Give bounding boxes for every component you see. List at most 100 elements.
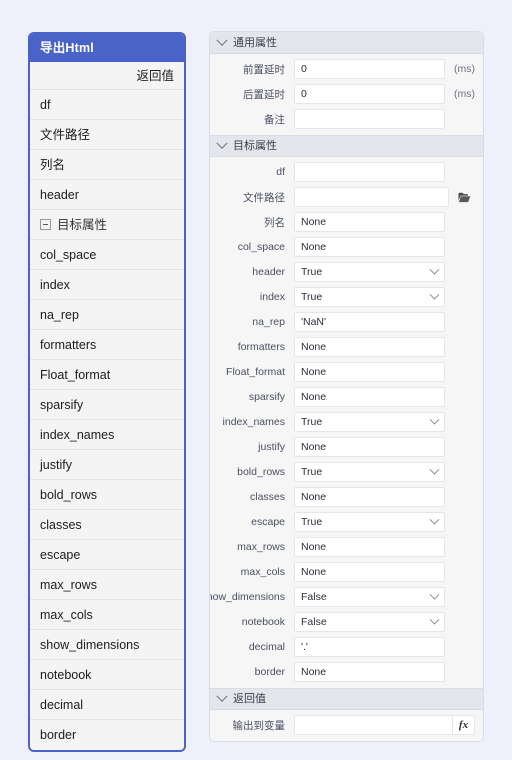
property-input[interactable]: None — [294, 387, 445, 407]
parameter-list-item[interactable]: border — [30, 720, 184, 750]
section-header[interactable]: 通用属性 — [210, 32, 483, 54]
property-value: 0 — [301, 88, 307, 100]
parameter-list-item[interactable]: escape — [30, 540, 184, 570]
property-label: 前置延时 — [243, 63, 285, 76]
property-input[interactable] — [294, 715, 453, 735]
parameter-list-item[interactable]: Float_format — [30, 360, 184, 390]
parameter-list-item[interactable]: classes — [30, 510, 184, 540]
parameter-list-item[interactable]: sparsify — [30, 390, 184, 420]
chevron-down-icon[interactable] — [429, 264, 440, 275]
property-label: col_space — [237, 241, 285, 253]
property-input[interactable]: None — [294, 237, 445, 257]
property-input[interactable]: None — [294, 437, 445, 457]
panel-title: 导出Html — [30, 34, 184, 62]
collapse-minus-icon[interactable] — [40, 219, 51, 230]
property-input[interactable]: 0 — [294, 59, 445, 79]
property-input[interactable]: None — [294, 537, 445, 557]
section-title: 通用属性 — [233, 36, 277, 49]
parameter-list-item[interactable]: formatters — [30, 330, 184, 360]
property-select[interactable]: True — [294, 287, 445, 307]
property-value: True — [301, 416, 323, 428]
parameter-list-item[interactable]: df — [30, 90, 184, 120]
property-input[interactable]: 'NaN' — [294, 312, 445, 332]
property-value: True — [301, 466, 323, 478]
parameter-list-item[interactable]: show_dimensions — [30, 630, 184, 660]
parameter-list-item[interactable]: na_rep — [30, 300, 184, 330]
parameter-list-item[interactable]: justify — [30, 450, 184, 480]
chevron-down-icon[interactable] — [429, 589, 440, 600]
chevron-down-icon[interactable] — [429, 414, 440, 425]
property-value: True — [301, 266, 323, 278]
property-value: None — [301, 216, 327, 228]
property-label: border — [254, 666, 285, 678]
property-label: show_dimensions — [210, 591, 285, 603]
property-select[interactable]: True — [294, 262, 445, 282]
parameter-list-item[interactable]: max_cols — [30, 600, 184, 630]
property-value: None — [301, 491, 327, 503]
app-stage: 导出Html 返回值 df 文件路径 列名 header 目标属性 col_space in… — [0, 0, 512, 760]
property-label: notebook — [241, 616, 285, 628]
chevron-down-icon[interactable] — [429, 464, 440, 475]
parameter-list-item[interactable]: max_rows — [30, 570, 184, 600]
parameter-list-item[interactable]: 列名 — [30, 150, 184, 180]
property-label: 文件路径 — [243, 191, 285, 204]
chevron-down-icon[interactable] — [429, 289, 440, 300]
property-row: 输出到变量 fx — [210, 715, 483, 735]
property-label: index_names — [222, 416, 285, 428]
parameter-list-item[interactable]: notebook — [30, 660, 184, 690]
property-select[interactable]: True — [294, 512, 445, 532]
property-row: df — [210, 162, 483, 182]
property-input[interactable]: None — [294, 212, 445, 232]
property-input[interactable]: '.' — [294, 637, 445, 657]
parameter-list-item[interactable]: index_names — [30, 420, 184, 450]
chevron-down-icon[interactable] — [216, 690, 228, 702]
property-row: 文件路径 — [210, 187, 483, 207]
property-select[interactable]: False — [294, 612, 445, 632]
property-input[interactable]: None — [294, 362, 445, 382]
property-row: 后置延时 0 (ms) — [210, 84, 483, 104]
property-suffix: (ms) — [454, 88, 475, 100]
property-label: 输出到变量 — [232, 719, 286, 732]
chevron-down-icon[interactable] — [429, 614, 440, 625]
property-select[interactable]: True — [294, 412, 445, 432]
property-label: justify — [258, 441, 285, 453]
property-value: None — [301, 241, 327, 253]
property-row: header True — [210, 262, 483, 282]
property-input[interactable] — [294, 109, 445, 129]
property-value: None — [301, 441, 327, 453]
property-input[interactable]: 0 — [294, 84, 445, 104]
property-value: None — [301, 366, 327, 378]
property-label: 列名 — [264, 216, 285, 229]
parameter-list-item[interactable]: decimal — [30, 690, 184, 720]
property-row: max_rows None — [210, 537, 483, 557]
property-input[interactable]: None — [294, 337, 445, 357]
property-select[interactable]: True — [294, 462, 445, 482]
property-value: None — [301, 341, 327, 353]
parameter-list-item[interactable]: header — [30, 180, 184, 210]
section-header[interactable]: 目标属性 — [210, 135, 483, 157]
parameter-group-row[interactable]: 目标属性 — [30, 210, 184, 240]
section-title: 返回值 — [233, 693, 266, 705]
property-input[interactable]: None — [294, 487, 445, 507]
fx-expression-button[interactable]: fx — [453, 715, 475, 735]
property-input[interactable]: None — [294, 662, 445, 682]
property-label: max_rows — [237, 541, 285, 553]
chevron-down-icon[interactable] — [429, 514, 440, 525]
property-input[interactable] — [294, 187, 449, 207]
property-value: None — [301, 541, 327, 553]
property-row: formatters None — [210, 337, 483, 357]
property-row: decimal '.' — [210, 637, 483, 657]
parameter-list-item[interactable]: index — [30, 270, 184, 300]
property-label: Float_format — [226, 366, 285, 378]
parameter-list-item[interactable]: bold_rows — [30, 480, 184, 510]
section-header[interactable]: 返回值 — [210, 688, 483, 710]
chevron-down-icon[interactable] — [216, 34, 228, 46]
property-input[interactable]: None — [294, 562, 445, 582]
folder-icon[interactable] — [453, 187, 475, 207]
parameter-list-item[interactable]: col_space — [30, 240, 184, 270]
property-input[interactable] — [294, 162, 445, 182]
property-label: decimal — [248, 641, 285, 653]
property-select[interactable]: False — [294, 587, 445, 607]
chevron-down-icon[interactable] — [216, 137, 228, 149]
parameter-list-item[interactable]: 文件路径 — [30, 120, 184, 150]
